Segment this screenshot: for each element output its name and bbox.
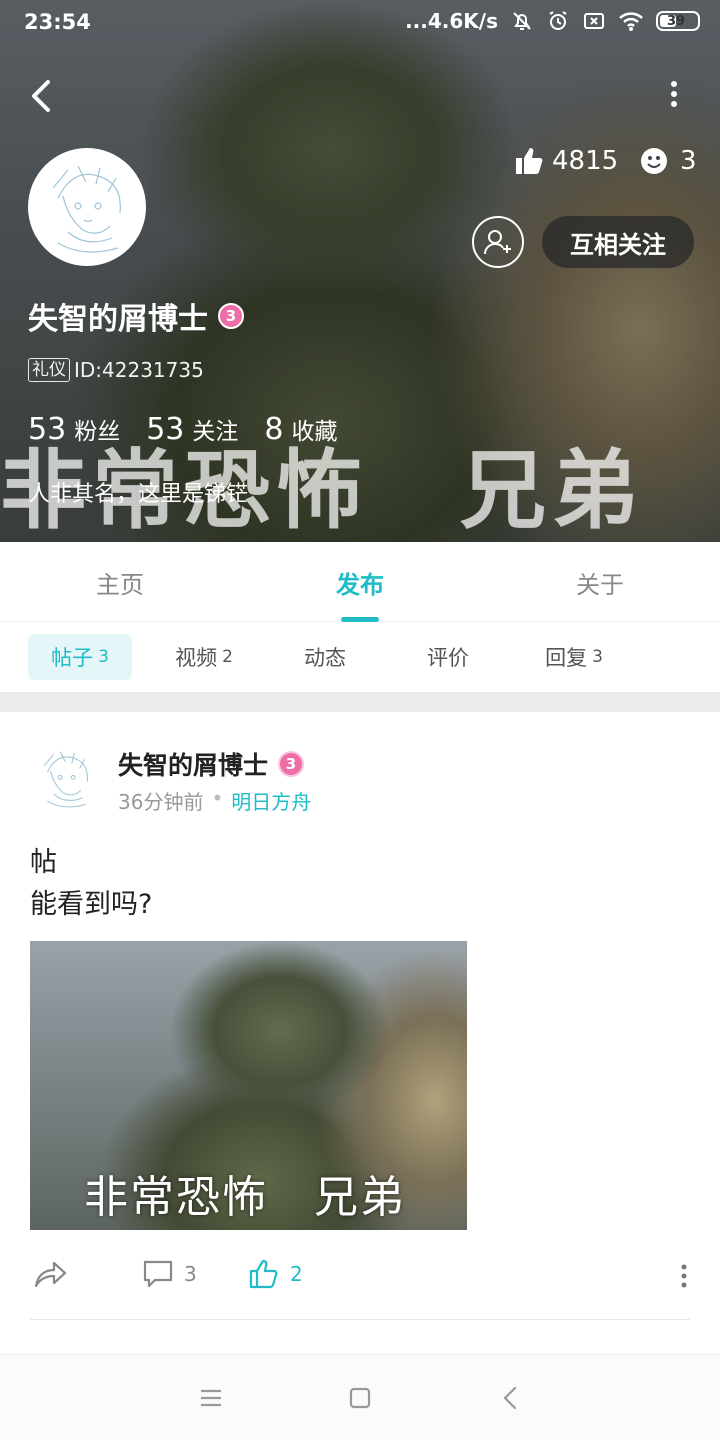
back-icon[interactable] <box>496 1383 526 1413</box>
post-more-icon[interactable] <box>676 1262 692 1292</box>
tab-home[interactable]: 主页 <box>0 542 240 622</box>
username: 失智的屑博士 <box>28 302 208 337</box>
smile-icon <box>641 148 667 174</box>
comment-icon <box>143 1260 173 1288</box>
post-card[interactable]: 失智的屑博士 3 36分钟前 • 明日方舟 帖 能看到吗? 非常恐怖 兄弟 3 … <box>0 712 720 1352</box>
profile-banner: 非常恐怖 兄弟 <box>0 0 720 542</box>
post-actions: 3 2 <box>0 1252 720 1302</box>
avatar-sketch-image <box>52 165 121 253</box>
status-bar: 23:54 ...4.6K/s 39 <box>0 0 720 46</box>
smile-count: 3 <box>680 146 697 176</box>
post-author-avatar[interactable] <box>28 740 104 816</box>
fans-count[interactable]: 53 <box>28 412 66 447</box>
favorites-label[interactable]: 收藏 <box>291 412 337 446</box>
main-tabs: 主页 发布 关于 <box>0 542 720 622</box>
thumbs-up-icon <box>249 1259 278 1289</box>
following-count[interactable]: 53 <box>146 412 184 447</box>
level-badge: 3 <box>278 751 305 777</box>
subtab-label: 回复 <box>545 646 588 670</box>
post-title: 帖 <box>30 847 57 878</box>
profile-name: 失智的屑博士 3 <box>28 294 244 338</box>
profile-tag: 礼仪 <box>28 358 70 382</box>
subtab-count: 3 <box>98 647 109 667</box>
subtab-reviews[interactable]: 评价 <box>398 634 498 680</box>
post-board-link[interactable]: 明日方舟 <box>231 786 311 815</box>
post-meta: 36分钟前 • 明日方舟 <box>118 786 311 815</box>
wifi-icon <box>619 12 643 31</box>
menu-icon[interactable] <box>196 1383 226 1413</box>
profile-avatar[interactable] <box>28 148 146 266</box>
tab-about[interactable]: 关于 <box>480 542 720 622</box>
post-divider <box>30 1319 690 1320</box>
following-label[interactable]: 关注 <box>192 412 238 446</box>
system-nav-bar <box>0 1354 720 1440</box>
like-count: 2 <box>290 1262 303 1286</box>
mutual-follow-button[interactable]: 互相关注 <box>542 216 694 268</box>
subtab-count: 2 <box>222 647 233 667</box>
status-icons: ...4.6K/s 39 <box>405 9 700 33</box>
sim-off-icon <box>584 13 604 29</box>
tab-posts[interactable]: 发布 <box>240 542 480 622</box>
subtab-label: 视频 <box>175 646 218 670</box>
avatar-sketch-image <box>43 751 88 808</box>
post-image-caption: 非常恐怖 兄弟 <box>84 1172 406 1223</box>
add-user-icon <box>484 230 511 255</box>
subtab-label: 评价 <box>427 646 469 670</box>
post-body: 能看到吗? <box>30 889 153 920</box>
share-icon <box>34 1261 67 1288</box>
subtab-label: 动态 <box>304 646 346 670</box>
battery-level: 39 <box>666 13 686 29</box>
subtab-moments[interactable]: 动态 <box>276 634 374 680</box>
home-square-icon[interactable] <box>345 1383 375 1413</box>
profile-likes: 4815 <box>514 146 618 176</box>
profile-id-row: 礼仪 ID:42231735 <box>28 358 204 382</box>
subtab-count: 3 <box>592 647 603 667</box>
profile-id: ID:42231735 <box>74 358 204 382</box>
post-author-name: 失智的屑博士 <box>118 751 269 780</box>
sub-tabs: 帖子 3 视频 2 动态 评价 回复 3 <box>0 622 720 692</box>
fans-label[interactable]: 粉丝 <box>74 412 120 446</box>
comment-button[interactable]: 3 <box>142 1258 197 1290</box>
more-vertical-icon[interactable] <box>664 80 684 110</box>
comment-count: 3 <box>184 1262 197 1286</box>
profile-bio: 人非其名，这里是锑铓 <box>28 482 249 507</box>
share-button[interactable] <box>32 1258 68 1290</box>
add-friend-button[interactable] <box>472 216 524 268</box>
network-speed: ...4.6K/s <box>405 9 498 33</box>
mute-bell-icon <box>513 12 531 30</box>
subtab-videos[interactable]: 视频 2 <box>152 634 256 680</box>
level-badge: 3 <box>218 303 244 329</box>
subtab-replies[interactable]: 回复 3 <box>522 634 626 680</box>
meta-separator: • <box>211 786 224 810</box>
alarm-icon <box>549 11 567 30</box>
profile-counts: 53 粉丝 53 关注 8 收藏 <box>28 412 363 447</box>
back-arrow-icon[interactable] <box>22 74 62 118</box>
favorites-count[interactable]: 8 <box>264 412 283 447</box>
post-author[interactable]: 失智的屑博士 3 <box>118 746 305 782</box>
post-image[interactable]: 非常恐怖 兄弟 <box>30 941 467 1230</box>
subtab-threads[interactable]: 帖子 3 <box>28 634 132 680</box>
thumbs-up-icon <box>516 148 543 174</box>
post-time: 36分钟前 <box>118 790 204 814</box>
subtab-label: 帖子 <box>51 646 94 670</box>
status-time: 23:54 <box>24 10 91 34</box>
likes-count: 4815 <box>552 146 619 176</box>
like-button[interactable]: 2 <box>248 1258 303 1290</box>
profile-reactions: 3 <box>640 146 697 176</box>
section-divider <box>0 692 720 712</box>
battery-icon: 39 <box>656 11 700 31</box>
